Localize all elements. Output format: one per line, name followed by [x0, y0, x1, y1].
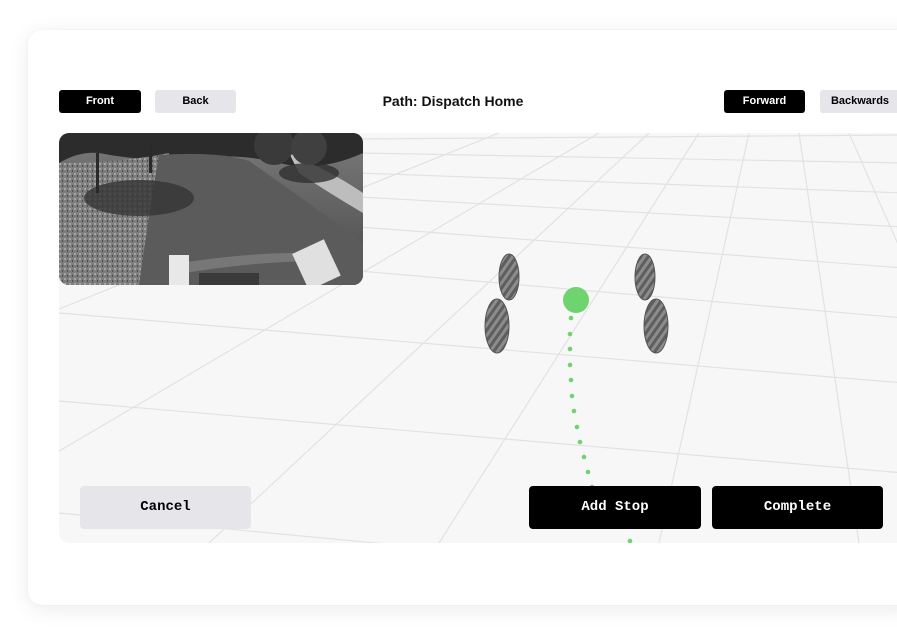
add-stop-button[interactable]: Add Stop: [529, 486, 701, 529]
complete-button[interactable]: Complete: [712, 486, 883, 529]
camera-feed: [59, 133, 363, 285]
cancel-button[interactable]: Cancel: [80, 486, 251, 529]
forward-direction-button[interactable]: Forward: [724, 90, 805, 113]
back-camera-button[interactable]: Back: [155, 90, 236, 113]
page-title: Path: Dispatch Home: [382, 93, 524, 109]
vehicle-position-marker[interactable]: [563, 287, 589, 313]
front-camera-button[interactable]: Front: [59, 90, 141, 113]
backwards-direction-button[interactable]: Backwards: [820, 90, 897, 113]
3d-path-viewport[interactable]: [59, 133, 897, 543]
